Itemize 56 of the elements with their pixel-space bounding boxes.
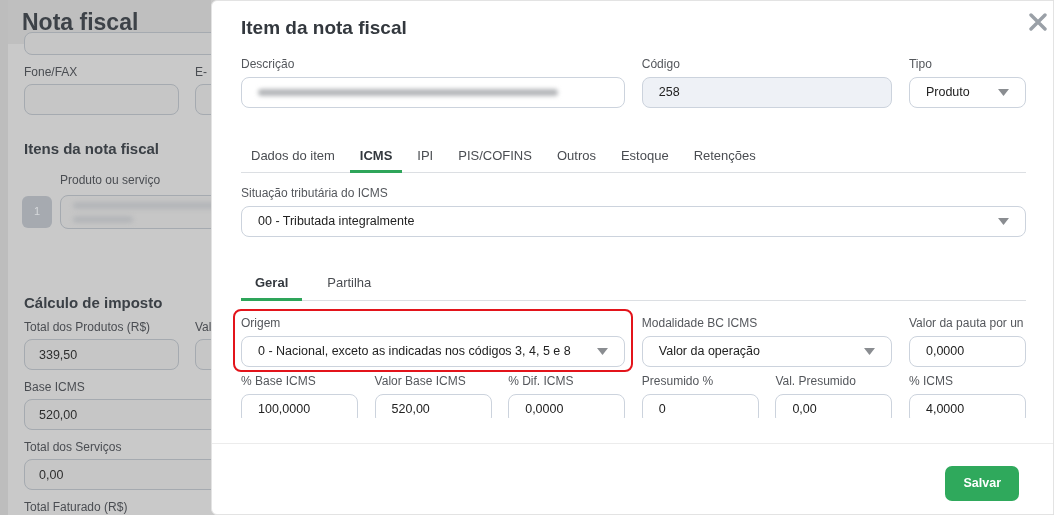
field-label: Valor da pauta por un [908,314,1025,332]
input-field[interactable]: 4,0000 [908,393,1026,418]
input-field[interactable]: 0 [641,393,759,418]
field-label: Modalidade BC ICMS [641,314,759,332]
section-heading: Cálculo de imposto [24,292,164,313]
caret-icon [597,347,609,355]
field-label: % ICMS [908,372,954,390]
field-label: Total dos Serviços [24,439,123,456]
column-header: Produto ou serviço [60,171,161,189]
field-label: Presumido % [641,372,715,390]
tab[interactable]: Outros [546,139,606,174]
input-field[interactable]: 0,00 [24,459,211,490]
field-label: Origem [241,314,282,332]
field-label: Base ICMS [24,379,86,396]
field-label: % Dif. ICMS [508,372,575,390]
field-label: Total dos Produtos (R$) [24,319,152,336]
caret-icon [864,347,876,355]
select-field[interactable]: Produto [908,76,1026,108]
field-label: Val [195,319,211,336]
tab[interactable]: Dados do item [241,139,345,174]
input-field[interactable]: 0,0000 [508,393,626,418]
section-heading: Itens da nota fiscal [24,139,161,159]
input-field[interactable]: 339,50 [24,339,179,370]
select-field[interactable]: 00 - Tributada integralmente [241,206,1026,238]
dialog-title: Item da nota fiscal [241,17,408,40]
field-label: Descrição [241,55,296,73]
input-field[interactable]: 100,0000 [241,393,358,418]
input-field[interactable]: 0,0000 [908,335,1026,367]
field-label: Situação tributária do ICMS [241,185,389,203]
tab[interactable]: ICMS [349,139,403,174]
field-label: E- [195,64,208,81]
input-field[interactable]: 0,00 [775,393,893,418]
tab[interactable]: Geral [241,267,303,301]
field-label: % Base ICMS [241,372,317,390]
select-field[interactable]: 0 - Nacional, exceto as indicadas nos códigos 3, 4, 5 e 8 [241,335,626,367]
field-label: Valor Base ICMS [374,372,467,390]
field-label: Fone/FAX [24,64,79,81]
caret-icon [997,88,1009,96]
page-title: Nota fiscal [22,7,139,37]
field-label: Tipo [908,55,933,73]
input-field[interactable]: 520,00 [374,393,492,418]
close-button[interactable] [1029,13,1047,31]
tab[interactable]: IPI [407,139,444,174]
input-field[interactable] [241,76,626,108]
tab[interactable]: Partilha [317,267,382,301]
select-field[interactable]: Valor da operação [641,335,893,367]
field-label: Val. Presumido [775,372,857,390]
tab[interactable]: PIS/COFINS [448,139,542,174]
caret-icon [998,218,1009,226]
field-label: Código [641,55,681,73]
input-field[interactable]: 520,00 [24,399,211,430]
field-label: Total Faturado (R$) [24,499,128,515]
close-icon [1029,13,1047,31]
tab[interactable]: Estoque [610,139,679,174]
tab[interactable]: Retenções [683,139,766,174]
input-field[interactable] [24,84,179,115]
